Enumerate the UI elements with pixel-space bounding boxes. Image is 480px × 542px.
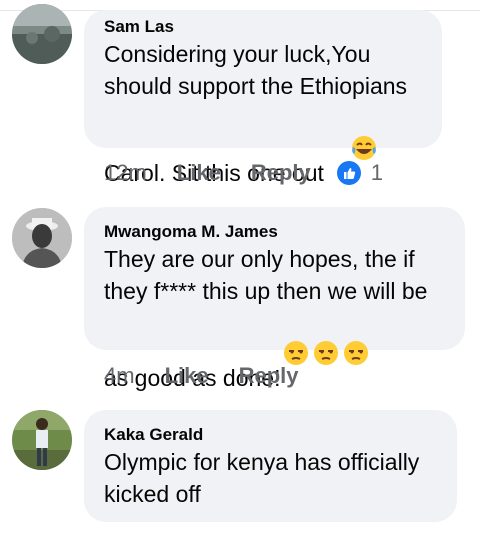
unamused-emoji-icon (342, 307, 370, 399)
comment-author[interactable]: Sam Las (104, 16, 422, 38)
reaction-count: 1 (370, 160, 383, 185)
comment-text: Olympic for kenya has officially kicked … (104, 449, 420, 507)
avatar[interactable] (12, 4, 72, 64)
comment-time[interactable]: 12m (104, 160, 147, 186)
comment-author[interactable]: Kaka Gerald (104, 424, 437, 446)
comment-author[interactable]: Mwangoma M. James (104, 221, 445, 243)
like-button[interactable]: Like (165, 363, 209, 389)
like-button[interactable]: Like (177, 160, 221, 186)
reply-button[interactable]: Reply (239, 363, 299, 389)
avatar[interactable] (12, 208, 72, 268)
comment-bubble: Mwangoma M. James They are our only hope… (84, 207, 465, 391)
comment-time[interactable]: 4m (104, 363, 135, 389)
comment-actions: 12m Like Reply 1 (104, 158, 383, 188)
comment-actions: 4m Like Reply (104, 361, 329, 391)
comment-bubble: Kaka Gerald Olympic for kenya has offici… (84, 410, 457, 522)
avatar[interactable] (12, 410, 72, 470)
like-reaction-icon (336, 161, 361, 185)
reaction-summary[interactable]: 1 (336, 160, 383, 186)
comment-bubble: Sam Las Considering your luck,You should… (84, 10, 442, 186)
reply-button[interactable]: Reply (251, 160, 311, 186)
